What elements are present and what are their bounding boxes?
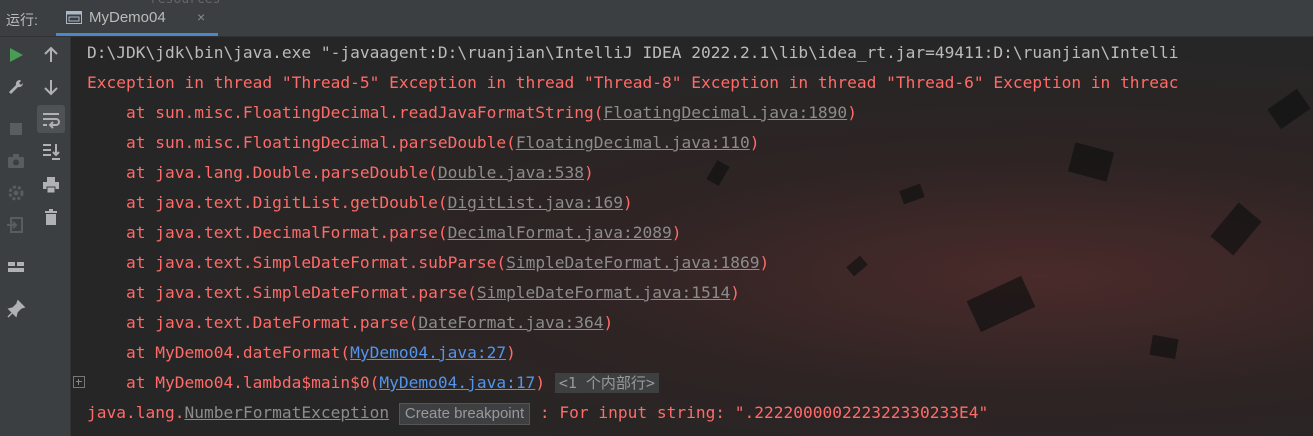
frame-link[interactable]: FloatingDecimal.java:110 xyxy=(516,133,750,152)
frame-link[interactable]: DecimalFormat.java:2089 xyxy=(448,223,672,242)
pin-icon[interactable] xyxy=(6,299,26,319)
exception-message: : For input string: ".222200000222322330… xyxy=(530,403,989,422)
frame-method: at java.text.SimpleDateFormat.parse( xyxy=(87,283,477,302)
frame-close-paren: ) xyxy=(535,373,546,392)
frame-method: at java.text.DecimalFormat.parse( xyxy=(87,223,448,242)
stack-frame: at java.lang.Double.parseDouble(Double.j… xyxy=(87,163,594,183)
frame-link[interactable]: SimpleDateFormat.java:1514 xyxy=(477,283,730,302)
command-line: D:\JDK\jdk\bin\java.exe "-javaagent:D:\r… xyxy=(87,43,1179,62)
frame-method: at java.text.DateFormat.parse( xyxy=(87,313,419,332)
up-arrow-icon[interactable] xyxy=(41,45,61,65)
stack-frame: at java.text.DateFormat.parse(DateFormat… xyxy=(87,313,613,333)
console-toolbar xyxy=(32,37,71,436)
frame-close-paren: ) xyxy=(671,223,682,242)
frame-close-paren: ) xyxy=(623,193,633,212)
expand-fold-icon[interactable] xyxy=(73,376,85,388)
frame-close-paren: ) xyxy=(847,103,857,122)
exit-icon[interactable] xyxy=(6,215,26,235)
frame-close-paren: ) xyxy=(584,163,594,182)
stack-frame: at java.text.SimpleDateFormat.parse(Simp… xyxy=(87,283,740,303)
tab-mydemo04[interactable]: MyDemo04 × xyxy=(56,0,218,36)
frame-method: at MyDemo04.dateFormat( xyxy=(87,343,351,362)
frame-close-paren: ) xyxy=(730,283,740,302)
stack-frame: at sun.misc.FloatingDecimal.parseDouble(… xyxy=(87,133,760,153)
frame-link[interactable]: MyDemo04.java:27 xyxy=(350,343,506,362)
run-tool-window-header: resources 运行: MyDemo04 × xyxy=(0,0,1313,37)
soft-wrap-icon[interactable] xyxy=(41,109,61,129)
stack-frame: at java.text.DecimalFormat.parse(Decimal… xyxy=(87,223,682,243)
frame-method: at sun.misc.FloatingDecimal.parseDouble( xyxy=(87,133,516,152)
collapsed-frames-hint[interactable]: <1 个内部行> xyxy=(554,373,659,393)
frame-close-paren: ) xyxy=(759,253,770,272)
camera-icon[interactable] xyxy=(6,151,26,171)
stop-icon[interactable] xyxy=(6,119,26,139)
stack-frame: at java.text.SimpleDateFormat.subParse(S… xyxy=(87,253,769,273)
frame-link[interactable]: FloatingDecimal.java:1890 xyxy=(604,103,848,122)
left-toolbar xyxy=(0,37,32,436)
frame-method: at sun.misc.FloatingDecimal.readJavaForm… xyxy=(87,103,604,122)
stack-frame: at MyDemo04.lambda$main$0(MyDemo04.java:… xyxy=(87,373,659,393)
frame-link[interactable]: SimpleDateFormat.java:1869 xyxy=(506,253,759,272)
trash-icon[interactable] xyxy=(41,207,61,227)
scroll-to-end-icon[interactable] xyxy=(41,141,61,161)
wrench-icon[interactable] xyxy=(6,77,26,97)
frame-close-paren: ) xyxy=(603,313,614,332)
down-arrow-icon[interactable] xyxy=(41,77,61,97)
tab-label: MyDemo04 xyxy=(89,9,166,26)
frame-method: at MyDemo04.lambda$main$0( xyxy=(87,373,380,392)
layout-icon[interactable] xyxy=(6,257,26,277)
stack-frame: at sun.misc.FloatingDecimal.readJavaForm… xyxy=(87,103,857,123)
frame-close-paren: ) xyxy=(749,133,760,152)
stack-frame: at java.text.DigitList.getDouble(DigitLi… xyxy=(87,193,633,213)
tab-close-icon[interactable]: × xyxy=(197,9,205,25)
exception-package: java.lang. xyxy=(87,403,185,422)
print-icon[interactable] xyxy=(41,175,61,195)
frame-method: at java.text.SimpleDateFormat.subParse( xyxy=(87,253,507,272)
console-tab-icon xyxy=(66,11,82,24)
run-icon[interactable] xyxy=(6,45,26,65)
exception-message-line: java.lang.NumberFormatException Create b… xyxy=(87,403,988,425)
create-breakpoint-tooltip[interactable]: Create breakpoint xyxy=(398,403,531,425)
frame-link[interactable]: DateFormat.java:364 xyxy=(418,313,603,332)
frame-link[interactable]: Double.java:538 xyxy=(438,163,584,182)
stack-frame: at MyDemo04.dateFormat(MyDemo04.java:27) xyxy=(87,343,516,363)
exception-header: Exception in thread "Thread-5" Exception… xyxy=(87,73,1179,92)
console-output[interactable]: D:\JDK\jdk\bin\java.exe "-javaagent:D:\r… xyxy=(71,37,1313,436)
frame-link[interactable]: MyDemo04.java:17 xyxy=(379,373,535,392)
frame-link[interactable]: DigitList.java:169 xyxy=(448,193,623,212)
settings-icon[interactable] xyxy=(6,183,26,203)
frame-method: at java.text.DigitList.getDouble( xyxy=(87,193,448,212)
frame-close-paren: ) xyxy=(506,343,516,362)
exception-class-link[interactable]: NumberFormatException xyxy=(184,403,389,422)
run-panel-label: 运行: xyxy=(6,12,38,28)
frame-method: at java.lang.Double.parseDouble( xyxy=(87,163,438,182)
